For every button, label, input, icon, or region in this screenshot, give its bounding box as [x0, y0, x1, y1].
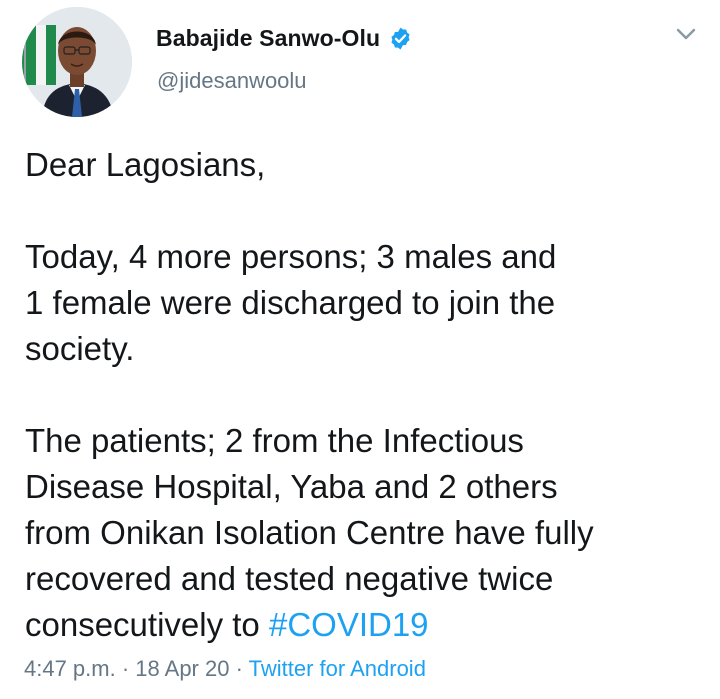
- author-handle[interactable]: @jidesanwoolu: [157, 68, 307, 94]
- tweet-source-link[interactable]: Twitter for Android: [249, 656, 426, 681]
- tweet-metadata: 4:47 p.m. · 18 Apr 20 · Twitter for Andr…: [24, 656, 426, 682]
- tweet-line: society.: [25, 330, 135, 367]
- tweet-date[interactable]: 18 Apr 20: [135, 656, 229, 681]
- tweet-paragraph: Today, 4 more persons; 3 males and 1 fem…: [25, 234, 705, 372]
- verified-badge-icon: [388, 26, 413, 51]
- tweet-line: Dear Lagosians,: [25, 146, 266, 183]
- tweet-time[interactable]: 4:47 p.m.: [24, 656, 116, 681]
- tweet-line: 1 female were discharged to join the: [25, 284, 556, 321]
- tweet-line: recovered and tested negative twice: [25, 560, 554, 597]
- meta-separator: ·: [229, 656, 249, 681]
- tweet-line-text: consecutively to: [25, 606, 269, 643]
- tweet-card: Babajide Sanwo-Olu @jidesanwoolu Dear La…: [0, 0, 720, 699]
- meta-separator: ·: [115, 656, 136, 681]
- tweet-line: The patients; 2 from the Infectious: [25, 422, 524, 459]
- avatar[interactable]: [22, 7, 132, 117]
- tweet-line: Today, 4 more persons; 3 males and: [25, 238, 557, 275]
- tweet-paragraph: Dear Lagosians,: [25, 142, 705, 188]
- author-display-name[interactable]: Babajide Sanwo-Olu: [156, 25, 380, 52]
- tweet-paragraph: The patients; 2 from the Infectious Dise…: [25, 418, 705, 648]
- tweet-line: Disease Hospital, Yaba and 2 others: [25, 468, 558, 505]
- author-name-row: Babajide Sanwo-Olu: [156, 20, 413, 56]
- hashtag-link[interactable]: #COVID19: [269, 606, 429, 643]
- chevron-down-icon[interactable]: [672, 22, 700, 46]
- tweet-line: from Onikan Isolation Centre have fully: [25, 514, 594, 551]
- avatar-image: [22, 7, 132, 117]
- tweet-line: consecutively to #COVID19: [25, 602, 705, 648]
- tweet-text: Dear Lagosians, Today, 4 more persons; 3…: [25, 142, 705, 648]
